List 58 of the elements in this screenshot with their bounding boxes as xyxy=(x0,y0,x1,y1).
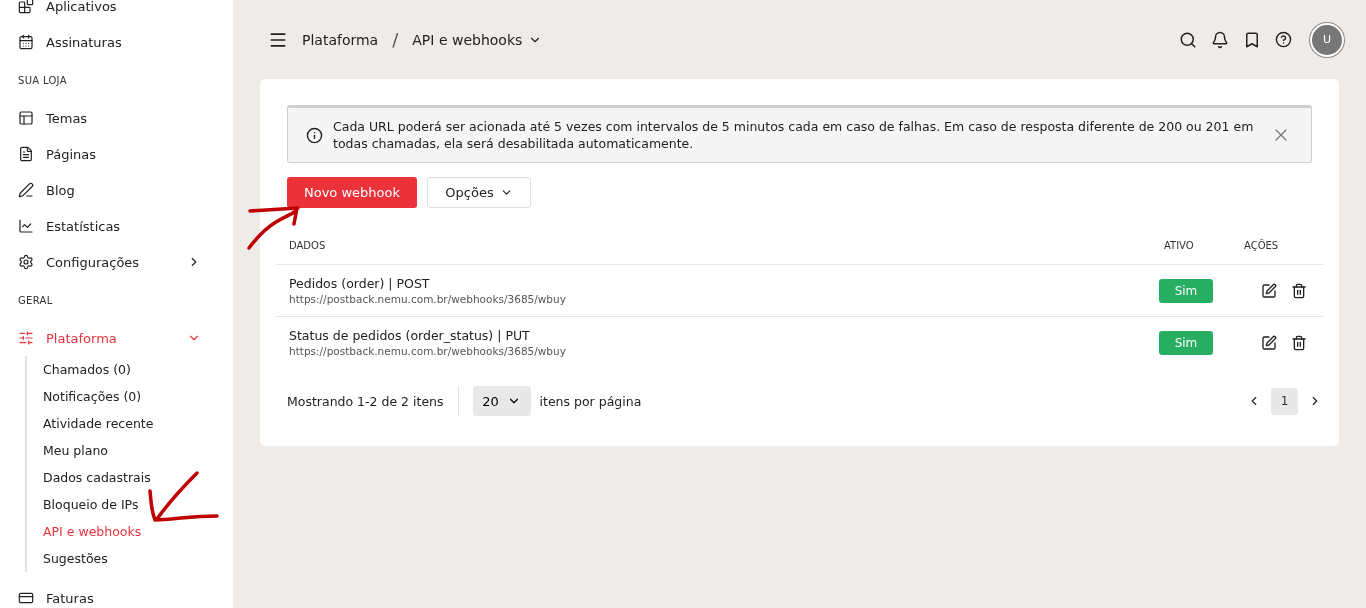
webhook-url: https://postback.nemu.com.br/webhooks/3685/wbuy xyxy=(289,293,567,305)
options-button[interactable]: Opções xyxy=(427,177,531,208)
sidebar-item[interactable]: Configurações xyxy=(0,244,233,280)
bell-icon[interactable] xyxy=(1211,30,1229,49)
info-icon xyxy=(306,126,323,144)
submenu-item[interactable]: Chamados (0) xyxy=(27,356,233,383)
status-badge: Sim xyxy=(1159,330,1213,355)
trash-icon[interactable] xyxy=(1290,282,1307,299)
submenu-item[interactable]: Sugestões xyxy=(27,545,233,572)
alert-message: Cada URL poderá ser acionada até 5 vezes com intervalos de 5 minutos cada em caso de falhas. Em caso de resposta diferente de 200 ou 201 em todas chamadas, ela será desabilitada automaticamente. xyxy=(333,118,1255,152)
menu-item-icon xyxy=(18,182,34,198)
column-header: AÇÕES xyxy=(1231,226,1323,265)
edit-icon[interactable] xyxy=(1260,282,1277,299)
new-webhook-button[interactable]: Novo webhook xyxy=(287,177,417,208)
trash-icon[interactable] xyxy=(1290,334,1307,351)
sidebar-item[interactable]: Temas xyxy=(0,100,233,136)
submenu-item[interactable]: Atividade recente xyxy=(27,410,233,437)
user-avatar[interactable]: U xyxy=(1312,24,1342,55)
sidebar-item[interactable]: Faturas xyxy=(0,580,233,608)
submenu-item[interactable]: Notificações (0) xyxy=(27,383,233,410)
section-heading: GERAL xyxy=(17,293,54,308)
annotation-arrow xyxy=(148,471,219,522)
edit-icon[interactable] xyxy=(1260,334,1277,351)
search-icon[interactable] xyxy=(1179,30,1197,49)
section-heading: SUA LOJA xyxy=(17,73,68,88)
submenu-item[interactable]: Meu plano xyxy=(27,437,233,464)
status-badge: Sim xyxy=(1159,278,1213,303)
bookmark-icon[interactable] xyxy=(1243,30,1261,49)
breadcrumb-item[interactable]: Plataforma xyxy=(302,31,379,48)
page-size-label: itens por página xyxy=(539,393,642,409)
webhook-url: https://postback.nemu.com.br/webhooks/3685/wbuy xyxy=(289,345,567,357)
menu-item-icon xyxy=(18,146,34,162)
sidebar-item[interactable]: Estatísticas xyxy=(0,208,233,244)
submenu-item[interactable]: API e webhooks xyxy=(27,518,233,545)
column-header: DADOS xyxy=(276,226,1151,265)
sidebar-item[interactable]: Blog xyxy=(0,172,233,208)
menu-item-icon xyxy=(18,110,34,126)
menu-item-icon xyxy=(18,0,34,14)
menu-item-icon xyxy=(18,590,34,606)
menu-item-icon xyxy=(18,34,34,50)
page-button[interactable]: 1 xyxy=(1271,387,1298,415)
menu-item-icon xyxy=(18,218,34,234)
breadcrumb-separator: / xyxy=(392,29,399,50)
sidebar-item[interactable]: Plataforma xyxy=(0,320,233,356)
webhook-title: Pedidos (order) | POST xyxy=(289,276,431,291)
pagination-summary: Mostrando 1-2 de 2 itens xyxy=(287,393,444,409)
sidebar-item[interactable]: Assinaturas xyxy=(0,24,233,60)
submenu-item[interactable]: Bloqueio de IPs xyxy=(27,491,233,518)
breadcrumb-item[interactable]: API e webhooks xyxy=(412,31,523,48)
page-size-select[interactable]: 20 xyxy=(472,386,531,416)
column-header: ATIVO xyxy=(1151,226,1231,265)
webhook-title: Status de pedidos (order_status) | PUT xyxy=(289,328,531,343)
sidebar-item[interactable]: Aplicativos xyxy=(0,0,233,24)
submenu-item[interactable]: Dados cadastrais xyxy=(27,464,233,491)
help-icon[interactable] xyxy=(1275,31,1292,48)
sidebar-item[interactable]: Páginas xyxy=(0,136,233,172)
menu-item-icon xyxy=(18,254,34,270)
menu-item-icon xyxy=(18,330,34,346)
